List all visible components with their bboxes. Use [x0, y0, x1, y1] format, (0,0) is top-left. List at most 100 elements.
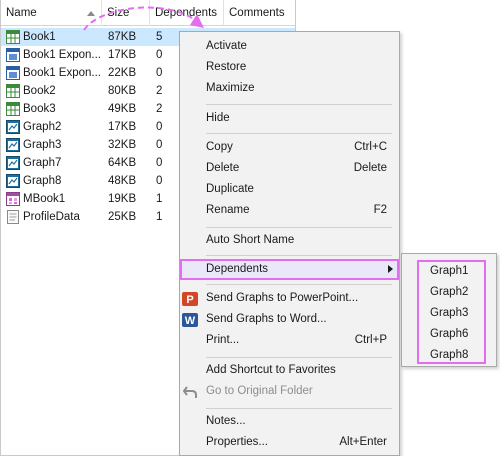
row-size: 17KB: [108, 121, 137, 133]
row-dependents: 2: [156, 85, 163, 97]
submenu-item-graph1[interactable]: Graph1: [430, 261, 468, 282]
menu-item-label: Activate: [206, 40, 247, 52]
file-list-header: Name Size Dependents Comments: [1, 0, 295, 26]
workbook-icon: [6, 30, 20, 44]
menu-item-label: Print...: [206, 334, 240, 346]
menu-separator: [206, 255, 392, 256]
menu-item-label: Maximize: [206, 82, 255, 94]
submenu-item-graph2[interactable]: Graph2: [430, 282, 468, 303]
menu-item-label: Notes...: [206, 415, 246, 427]
row-size: 22KB: [108, 67, 137, 79]
menu-item-label: Send Graphs to Word...: [206, 313, 327, 325]
menu-item-label: Duplicate: [206, 183, 254, 195]
row-size: 87KB: [108, 31, 137, 43]
column-header-name[interactable]: Name: [1, 0, 102, 26]
menu-item-restore[interactable]: Restore: [180, 57, 399, 78]
row-dependents: 0: [156, 67, 163, 79]
matrix-book-icon: [6, 66, 20, 80]
submenu-item-graph6[interactable]: Graph6: [430, 324, 468, 345]
row-size: 64KB: [108, 157, 137, 169]
row-name: Book1: [23, 31, 56, 43]
menu-item-dependents[interactable]: Dependents: [180, 259, 399, 280]
menu-item-shortcut: Alt+Enter: [339, 436, 387, 448]
row-dependents: 5: [156, 31, 163, 43]
menu-item-label: Copy: [206, 141, 233, 153]
menu-separator: [206, 104, 392, 105]
row-size: 25KB: [108, 211, 137, 223]
menu-separator: [206, 133, 392, 134]
submenu-arrow-icon: [388, 265, 393, 273]
menu-item-properties[interactable]: Properties... Alt+Enter: [180, 432, 399, 453]
notes-icon: [6, 210, 20, 224]
row-name: Book2: [23, 85, 56, 97]
column-header-comments-label: Comments: [229, 7, 285, 19]
menu-item-rename[interactable]: Rename F2: [180, 200, 399, 221]
row-dependents: 0: [156, 139, 163, 151]
menu-item-label: Delete: [206, 162, 240, 174]
menu-item-maximize[interactable]: Maximize: [180, 78, 399, 99]
powerpoint-icon: P: [182, 291, 198, 307]
row-name: Graph7: [23, 157, 62, 169]
menu-item-label: Dependents: [206, 263, 269, 275]
column-header-size[interactable]: Size: [102, 0, 150, 26]
row-name: Book1 Expon...: [23, 67, 101, 79]
graph-icon: [6, 120, 20, 134]
menu-item-copy[interactable]: Copy Ctrl+C: [180, 137, 399, 158]
menu-item-label: Auto Short Name: [206, 234, 295, 246]
menu-item-shortcut: Ctrl+P: [354, 334, 387, 346]
menu-item-label: Go to Original Folder: [206, 385, 313, 397]
sort-ascending-icon: [87, 11, 95, 16]
row-dependents: 0: [156, 121, 163, 133]
context-menu: Activate Restore Maximize Hide Copy Ctrl…: [179, 31, 400, 456]
menu-item-delete[interactable]: Delete Delete: [180, 158, 399, 179]
menu-item-label: Properties...: [206, 436, 268, 448]
matrix-workbook-icon: [6, 192, 20, 206]
dependents-submenu: Graph1 Graph2 Graph3 Graph6 Graph8: [401, 253, 497, 367]
menu-item-shortcut: F2: [373, 204, 387, 216]
menu-item-label: Send Graphs to PowerPoint...: [206, 292, 359, 304]
menu-item-add-shortcut[interactable]: Add Shortcut to Favorites: [180, 360, 399, 381]
menu-separator: [206, 227, 392, 228]
menu-item-go-original-folder[interactable]: Go to Original Folder: [180, 381, 399, 402]
menu-item-activate[interactable]: Activate: [180, 36, 399, 57]
menu-item-label: Rename: [206, 204, 250, 216]
workbook-icon: [6, 102, 20, 116]
row-size: 49KB: [108, 103, 137, 115]
graph-icon: [6, 174, 20, 188]
menu-item-duplicate[interactable]: Duplicate: [180, 179, 399, 200]
column-header-dependents[interactable]: Dependents: [150, 0, 224, 26]
column-header-dependents-label: Dependents: [155, 7, 218, 19]
submenu-item-graph3[interactable]: Graph3: [430, 303, 468, 324]
svg-text:W: W: [185, 315, 196, 327]
workbook-icon: [6, 84, 20, 98]
row-size: 19KB: [108, 193, 137, 205]
row-name: Book1 Expon...: [23, 49, 101, 61]
menu-item-send-word[interactable]: W Send Graphs to Word...: [180, 309, 399, 330]
row-size: 32KB: [108, 139, 137, 151]
row-size: 48KB: [108, 175, 137, 187]
menu-item-shortcut: Delete: [353, 162, 387, 174]
menu-item-hide[interactable]: Hide: [180, 108, 399, 129]
row-name: ProfileData: [23, 211, 80, 223]
row-name: Graph2: [23, 121, 62, 133]
row-dependents: 0: [156, 175, 163, 187]
menu-item-notes[interactable]: Notes...: [180, 411, 399, 432]
menu-separator: [206, 408, 392, 409]
submenu-item-graph8[interactable]: Graph8: [430, 345, 468, 366]
menu-item-label: Add Shortcut to Favorites: [206, 364, 336, 376]
row-dependents: 1: [156, 193, 163, 205]
row-dependents: 0: [156, 157, 163, 169]
row-name: Graph8: [23, 175, 62, 187]
row-dependents: 0: [156, 49, 163, 61]
word-icon: W: [182, 312, 198, 328]
row-size: 80KB: [108, 85, 137, 97]
column-header-name-label: Name: [6, 7, 37, 19]
menu-item-auto-short-name[interactable]: Auto Short Name: [180, 230, 399, 251]
menu-item-print[interactable]: Print... Ctrl+P: [180, 330, 399, 351]
row-size: 17KB: [108, 49, 137, 61]
graph-icon: [6, 156, 20, 170]
menu-item-send-ppt[interactable]: P Send Graphs to PowerPoint...: [180, 288, 399, 309]
menu-separator: [206, 357, 392, 358]
column-header-comments[interactable]: Comments: [224, 0, 295, 26]
row-dependents: 1: [156, 211, 163, 223]
